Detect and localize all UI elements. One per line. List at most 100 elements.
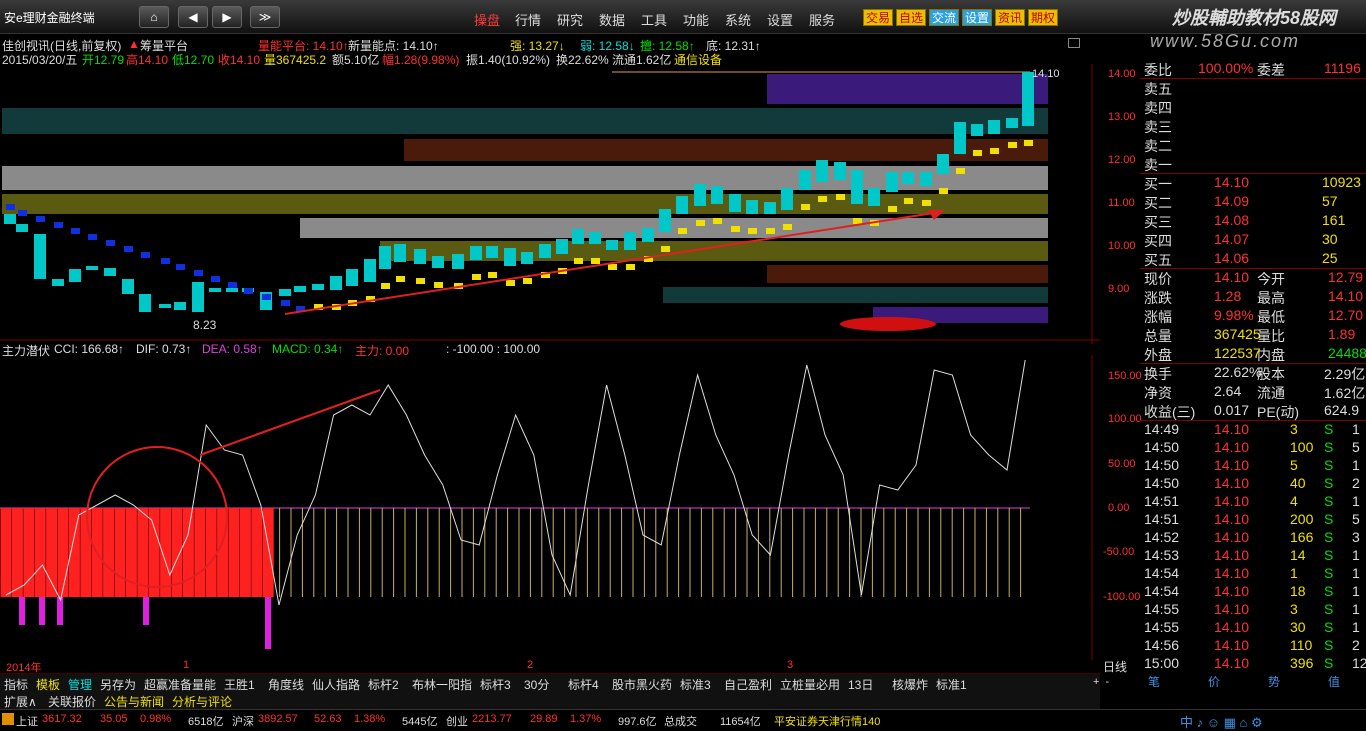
ma-dot xyxy=(783,224,792,230)
menu-shezhi[interactable]: 设置 xyxy=(767,10,793,29)
tick-side: S xyxy=(1324,439,1334,455)
tick-side: S xyxy=(1324,565,1334,581)
tab-analysis[interactable]: 分析与评论 xyxy=(172,693,232,710)
hs-label[interactable]: 沪深 xyxy=(232,713,254,729)
tick-count: 5 xyxy=(1352,439,1360,455)
stat-row: 涨幅 9.98% 最低 12.70 xyxy=(1140,307,1366,325)
weicha-label: 委差 xyxy=(1257,62,1285,78)
tab-expand[interactable]: 扩展∧ xyxy=(4,693,37,710)
tick-time: 15:00 xyxy=(1144,655,1180,671)
candle xyxy=(346,269,358,286)
sell-row: 卖四 xyxy=(1140,98,1366,116)
price-chart[interactable] xyxy=(0,64,1100,344)
sub-axis-m100: -100.00 xyxy=(1103,591,1141,603)
zoom-controls[interactable]: + - xyxy=(1093,676,1137,690)
ma-dot xyxy=(818,196,827,202)
ma-dot xyxy=(416,278,425,284)
tick-time: 14:52 xyxy=(1144,529,1180,545)
candle xyxy=(209,288,221,292)
stat2-key: 流通 xyxy=(1257,385,1285,401)
menu-yanjiu[interactable]: 研究 xyxy=(557,10,583,29)
band-gray2 xyxy=(300,218,1048,238)
menu-fuwu[interactable]: 服务 xyxy=(809,10,835,29)
watchlist-button[interactable]: 自选 xyxy=(896,9,927,26)
low-price-label: 8.23 xyxy=(193,318,217,332)
ma-dot xyxy=(506,280,515,286)
tick-time: 14:50 xyxy=(1144,475,1180,491)
candle xyxy=(139,294,151,312)
stat-key: 最低 xyxy=(1257,309,1285,325)
buy-label: 买四 xyxy=(1144,233,1172,249)
menu-gongju[interactable]: 工具 xyxy=(641,10,667,29)
stat2-key: 换手 xyxy=(1144,366,1172,382)
tick-time: 14:55 xyxy=(1144,601,1180,617)
candle xyxy=(834,162,846,180)
stat2-key: PE(动) xyxy=(1257,404,1299,420)
exchange-button[interactable]: 交流 xyxy=(929,9,960,26)
candle xyxy=(816,160,828,182)
price-axis-11: 11.00 xyxy=(1108,197,1135,209)
trade-button[interactable]: 交易 xyxy=(863,9,894,26)
news-button[interactable]: 资讯 xyxy=(995,9,1026,26)
buy-price: 14.09 xyxy=(1214,193,1250,209)
menu-xitong[interactable]: 系统 xyxy=(725,10,751,29)
period-mode[interactable]: 日线 xyxy=(1103,658,1127,675)
candle xyxy=(86,266,98,270)
candle xyxy=(414,249,426,264)
menu-hangqing[interactable]: 行情 xyxy=(515,10,541,29)
stat-key: 涨幅 xyxy=(1144,309,1172,325)
stat-value: 1.28 xyxy=(1214,288,1242,304)
tick-side: S xyxy=(1324,619,1334,635)
panel-tab-0[interactable]: 笔 xyxy=(1148,673,1160,690)
tick-count: 1 xyxy=(1352,583,1360,599)
expand-button[interactable]: ≫ xyxy=(250,6,280,28)
candle xyxy=(920,172,932,186)
ma-dot xyxy=(88,234,97,240)
weibi-value: 100.00% xyxy=(1198,60,1254,76)
app-title: 安e理财金融终端 xyxy=(4,11,95,25)
home-button[interactable]: ⌂ xyxy=(139,6,169,28)
maximize-icon[interactable] xyxy=(1068,38,1080,48)
tab-announcements[interactable]: 公告与新闻 xyxy=(104,693,164,710)
options-button[interactable]: 期权 xyxy=(1028,9,1059,26)
magenta-bar xyxy=(57,597,63,625)
sell-label: 卖三 xyxy=(1144,119,1172,135)
ma-dot xyxy=(472,274,481,280)
menu-caopan[interactable]: 操盘 xyxy=(474,10,500,29)
candle xyxy=(379,246,391,269)
menu-gongneng[interactable]: 功能 xyxy=(683,10,709,29)
panel-tab-3[interactable]: 值 xyxy=(1328,673,1340,690)
tick-price: 14.10 xyxy=(1214,547,1250,563)
tick-count: 3 xyxy=(1352,529,1360,545)
stat-row: 外盘 122537内盘 244888 xyxy=(1140,345,1366,363)
panel-tab-1[interactable]: 价 xyxy=(1208,673,1220,690)
cy-label[interactable]: 创业 xyxy=(446,713,468,729)
ma-dot xyxy=(574,258,583,264)
settings-button[interactable]: 设置 xyxy=(962,9,993,26)
tick-price: 14.10 xyxy=(1214,619,1250,635)
panel-tab-2[interactable]: 势 xyxy=(1268,673,1280,690)
tick-volume: 396 xyxy=(1290,655,1314,671)
stat-row: 总量 367425 量比 1.89 xyxy=(1140,326,1366,344)
dea-value: DEA: 0.58↑ xyxy=(202,342,263,356)
ma-dot xyxy=(176,264,185,270)
tick-price: 14.10 xyxy=(1214,583,1250,599)
tab-related-quotes[interactable]: 关联报价 xyxy=(48,693,96,710)
next-button[interactable]: ▶ xyxy=(212,6,242,28)
menu-shuju[interactable]: 数据 xyxy=(599,10,625,29)
tick-side: S xyxy=(1324,475,1334,491)
sh-label[interactable]: 上证 xyxy=(16,713,38,729)
tick-time: 14:50 xyxy=(1144,457,1180,473)
quote-panel: 委比 100.00% 委差 11196 卖五 卖四 卖三 卖二 卖一 买一 14.10 10923 买二… xyxy=(1140,60,1366,690)
toolbar-icons[interactable]: 中 ♪ ☺ ▦ ⌂ ⚙ xyxy=(1180,712,1263,731)
cy-pct: 1.37% xyxy=(570,713,602,725)
candle xyxy=(1022,72,1034,126)
indicator-chart[interactable] xyxy=(0,355,1100,660)
candle xyxy=(312,284,324,290)
stat-key: 总量 xyxy=(1144,328,1172,344)
tick-side: S xyxy=(1324,511,1334,527)
tick-side: S xyxy=(1324,493,1334,509)
prev-button[interactable]: ◀ xyxy=(178,6,208,28)
ma-dot xyxy=(228,282,237,288)
date-axis-jan: 1 xyxy=(183,659,190,671)
